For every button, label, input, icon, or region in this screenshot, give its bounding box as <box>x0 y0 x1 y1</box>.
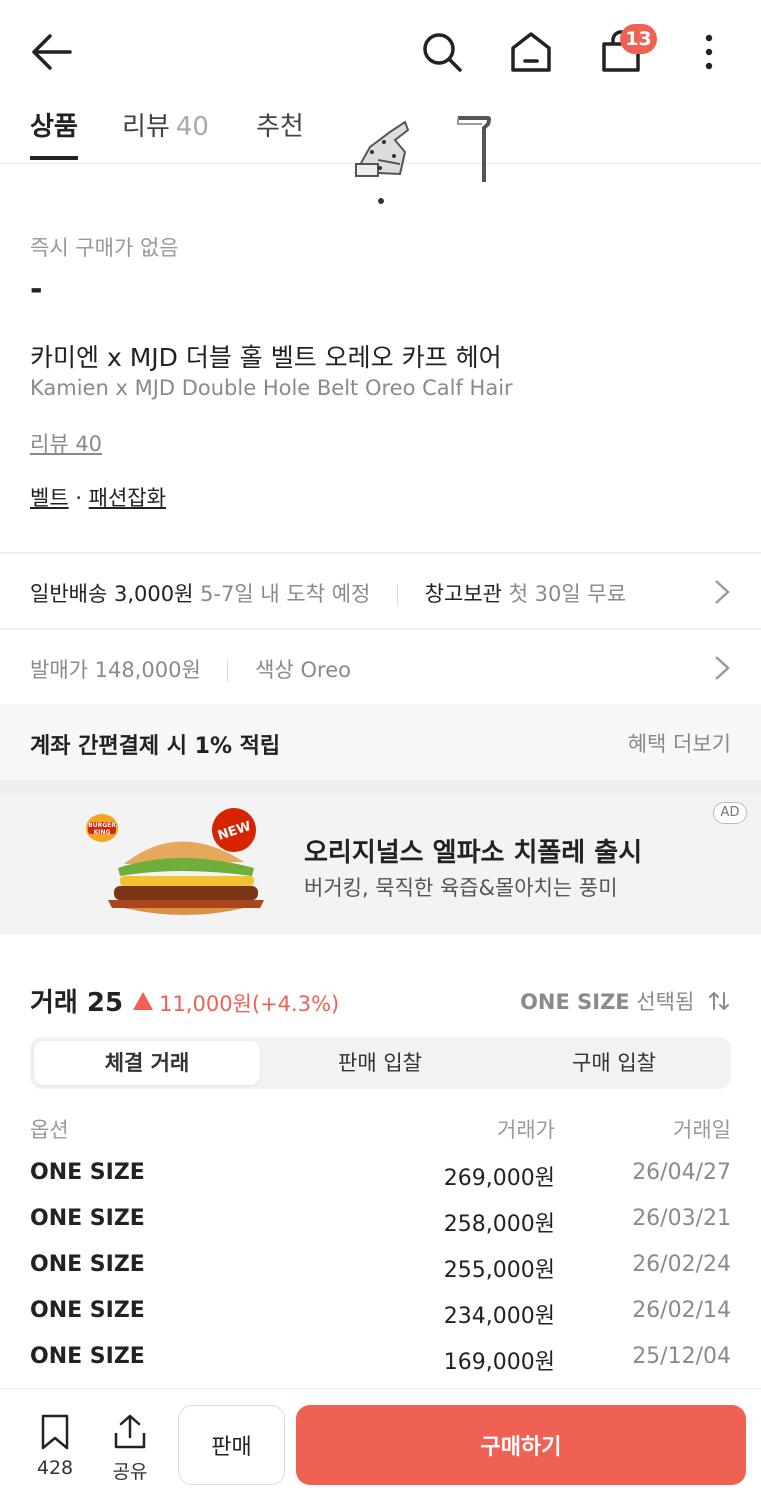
category-link-fashion[interactable]: 패션잡화 <box>89 486 166 510</box>
spec-info: 발매가 148,000원 색상 Oreo <box>30 654 351 684</box>
release-price: 발매가 148,000원 <box>30 658 201 682</box>
category-link-belt[interactable]: 벨트 <box>30 486 69 510</box>
bottom-action-bar: 428 공유 판매 구매하기 <box>0 1388 761 1500</box>
shipping-normal-eta: 5-7일 내 도착 예정 <box>200 582 371 606</box>
category-breadcrumb: 벨트 · 패션잡화 <box>30 482 166 512</box>
home-icon[interactable] <box>508 30 554 74</box>
separator <box>227 660 229 682</box>
chevron-right-icon <box>715 580 730 604</box>
image-pager-dot <box>378 198 384 204</box>
sell-button[interactable]: 판매 <box>178 1405 285 1485</box>
trade-price: 255,000원 <box>443 1258 555 1283</box>
size-selected-suffix: 선택됨 <box>636 990 695 1014</box>
tab-reviews-count: 40 <box>175 112 209 142</box>
trade-price: 169,000원 <box>443 1350 555 1375</box>
sort-icon <box>709 992 729 1010</box>
trade-option: ONE SIZE <box>30 1344 145 1369</box>
active-tab-underline <box>30 156 78 160</box>
instant-price-value: - <box>30 272 43 307</box>
tab-recommend-label: 추천 <box>256 112 304 142</box>
tab-sell-bids[interactable]: 판매 입찰 <box>267 1041 493 1085</box>
column-header-price: 거래가 <box>497 1118 555 1142</box>
bookmark-button[interactable]: 428 <box>30 1413 80 1479</box>
storage-note: 첫 30일 무료 <box>508 582 627 606</box>
shipping-normal-label: 일반배송 3,000원 <box>30 582 194 606</box>
bookmark-count: 428 <box>36 1457 74 1479</box>
ad-subtitle: 버거킹, 묵직한 육즙&몰아치는 풍미 <box>304 876 618 900</box>
color-info: 색상 Oreo <box>255 658 351 682</box>
instant-price-label: 즉시 구매가 없음 <box>30 236 179 260</box>
back-arrow-icon[interactable] <box>26 30 74 74</box>
ad-badge: AD <box>713 802 747 824</box>
search-icon[interactable] <box>420 30 464 74</box>
trade-price: 234,000원 <box>443 1304 555 1329</box>
trade-row: ONE SIZE 269,000원 26/04/27 <box>0 1160 761 1206</box>
tab-product[interactable]: 상품 <box>30 106 78 143</box>
tab-reviews[interactable]: 리뷰 40 <box>122 106 209 143</box>
trade-price: 269,000원 <box>443 1166 555 1191</box>
trade-date: 26/04/27 <box>632 1160 731 1185</box>
product-title-en: Kamien x MJD Double Hole Belt Oreo Calf … <box>30 376 513 400</box>
ad-title: 오리지널스 엘파소 치폴레 출시 <box>304 838 643 868</box>
cart-count-badge: 13 <box>620 24 657 54</box>
column-header-option: 옵션 <box>30 1118 69 1142</box>
product-title-ko: 카미엔 x MJD 더블 홀 벨트 오레오 카프 헤어 <box>30 343 502 372</box>
bookmark-icon <box>41 1414 69 1450</box>
share-label: 공유 <box>112 1461 148 1483</box>
trades-header: 거래 25 11,000원(+4.3%) <box>30 982 339 1019</box>
storage-label: 창고보관 <box>424 582 502 606</box>
svg-text:KING: KING <box>94 829 111 836</box>
separator <box>397 584 399 606</box>
trades-title: 거래 25 <box>30 988 124 1018</box>
trade-date: 25/12/04 <box>632 1344 731 1369</box>
spec-row[interactable]: 발매가 148,000원 색상 Oreo <box>0 632 761 704</box>
share-icon <box>114 1414 146 1449</box>
product-image-preview[interactable] <box>350 112 500 202</box>
tab-recommend[interactable]: 추천 <box>256 106 304 143</box>
benefit-more-link[interactable]: 혜택 더보기 <box>628 728 731 758</box>
trade-option: ONE SIZE <box>30 1206 145 1231</box>
shipping-info: 일반배송 3,000원 5-7일 내 도착 예정 창고보관 첫 30일 무료 <box>30 578 626 608</box>
svg-text:BURGER: BURGER <box>88 822 116 829</box>
trade-option: ONE SIZE <box>30 1298 145 1323</box>
divider <box>0 552 761 554</box>
divider <box>0 628 761 630</box>
trade-date: 26/02/24 <box>632 1252 731 1277</box>
trade-option: ONE SIZE <box>30 1160 145 1185</box>
tab-buy-bids[interactable]: 구매 입찰 <box>501 1041 727 1085</box>
buy-button[interactable]: 구매하기 <box>296 1405 746 1485</box>
top-bar: 13 <box>0 0 761 100</box>
more-options-icon[interactable] <box>696 30 722 74</box>
share-button[interactable]: 공유 <box>104 1413 156 1484</box>
trade-price: 258,000원 <box>443 1212 555 1237</box>
benefit-text: 계좌 간편결제 시 1% 적립 <box>30 734 281 759</box>
price-change: 11,000원(+4.3%) <box>159 992 340 1016</box>
trade-date: 26/03/21 <box>632 1206 731 1231</box>
tab-reviews-label: 리뷰 <box>122 112 170 142</box>
benefit-banner[interactable]: 계좌 간편결제 시 1% 적립 혜택 더보기 <box>0 704 761 780</box>
trade-date: 26/02/14 <box>632 1298 731 1323</box>
shipping-row[interactable]: 일반배송 3,000원 5-7일 내 도착 예정 창고보관 첫 30일 무료 <box>0 556 761 628</box>
column-header-date: 거래일 <box>673 1118 731 1142</box>
burger-ad-image: BURGER KING NEW <box>86 808 264 915</box>
tab-concluded-trades[interactable]: 체결 거래 <box>34 1041 260 1085</box>
trade-row: ONE SIZE 258,000원 26/03/21 <box>0 1206 761 1252</box>
review-link[interactable]: 리뷰 40 <box>30 428 102 458</box>
tab-product-label: 상품 <box>30 112 78 142</box>
size-selector[interactable]: ONE SIZE 선택됨 <box>520 986 731 1016</box>
price-up-icon <box>133 992 154 1010</box>
section-gap <box>0 780 761 794</box>
chevron-right-icon <box>715 656 730 680</box>
trade-row: ONE SIZE 255,000원 26/02/24 <box>0 1252 761 1298</box>
burger-king-logo: BURGER KING <box>86 814 118 842</box>
trade-row: ONE SIZE 234,000원 26/02/14 <box>0 1298 761 1344</box>
selected-size: ONE SIZE <box>520 990 630 1014</box>
category-separator: · <box>68 486 89 510</box>
trade-row: ONE SIZE 169,000원 25/12/04 <box>0 1344 761 1390</box>
ad-banner[interactable]: AD BURGER KING NEW 오리지널스 엘파소 치폴레 출시 버거킹,… <box>0 794 761 934</box>
trade-option: ONE SIZE <box>30 1252 145 1277</box>
trade-type-segmented-control: 체결 거래 판매 입찰 구매 입찰 <box>30 1037 731 1089</box>
